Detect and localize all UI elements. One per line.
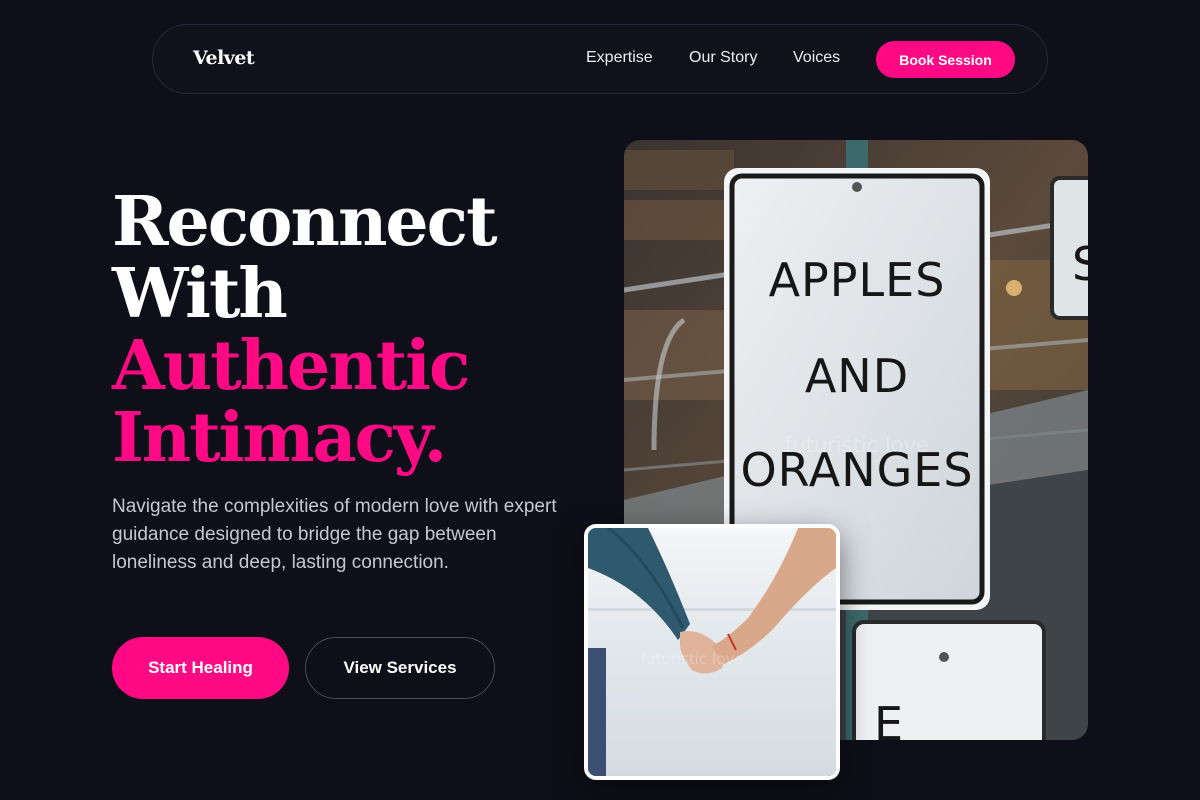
headline-line-2: With	[112, 254, 288, 334]
headline-line-1: Reconnect	[112, 182, 498, 262]
holding-hands-graphic: futuristic love	[588, 528, 836, 776]
view-services-button[interactable]: View Services	[305, 637, 495, 699]
partial-sign-letter-e: E	[874, 697, 904, 740]
start-healing-button[interactable]: Start Healing	[112, 637, 289, 699]
book-session-button[interactable]: Book Session	[876, 41, 1015, 78]
top-navigation: Velvet Expertise Our Story Voices Book S…	[152, 24, 1048, 94]
partial-sign-letter-s: S	[1072, 237, 1088, 291]
nav-link-our-story[interactable]: Our Story	[689, 49, 757, 67]
inset-photo-watermark: futuristic love	[641, 650, 744, 668]
hero-description: Navigate the complexities of modern love…	[112, 496, 557, 573]
nav-link-expertise[interactable]: Expertise	[586, 49, 653, 67]
sign-line-and: AND	[805, 349, 909, 403]
headline-line-3: Authentic	[112, 326, 470, 406]
nav-links: Expertise Our Story Voices Book Session	[153, 25, 1047, 95]
main-photo-watermark: futuristic love	[785, 433, 929, 457]
headline-line-4: Intimacy.	[112, 398, 447, 478]
hero-headline: Reconnect With Authentic Intimacy.	[112, 186, 592, 474]
holding-hands-photo: futuristic love	[584, 524, 840, 780]
sign-line-apples: APPLES	[769, 253, 946, 307]
landing-page: Velvet Expertise Our Story Voices Book S…	[0, 0, 1200, 800]
nav-link-voices[interactable]: Voices	[793, 49, 840, 67]
